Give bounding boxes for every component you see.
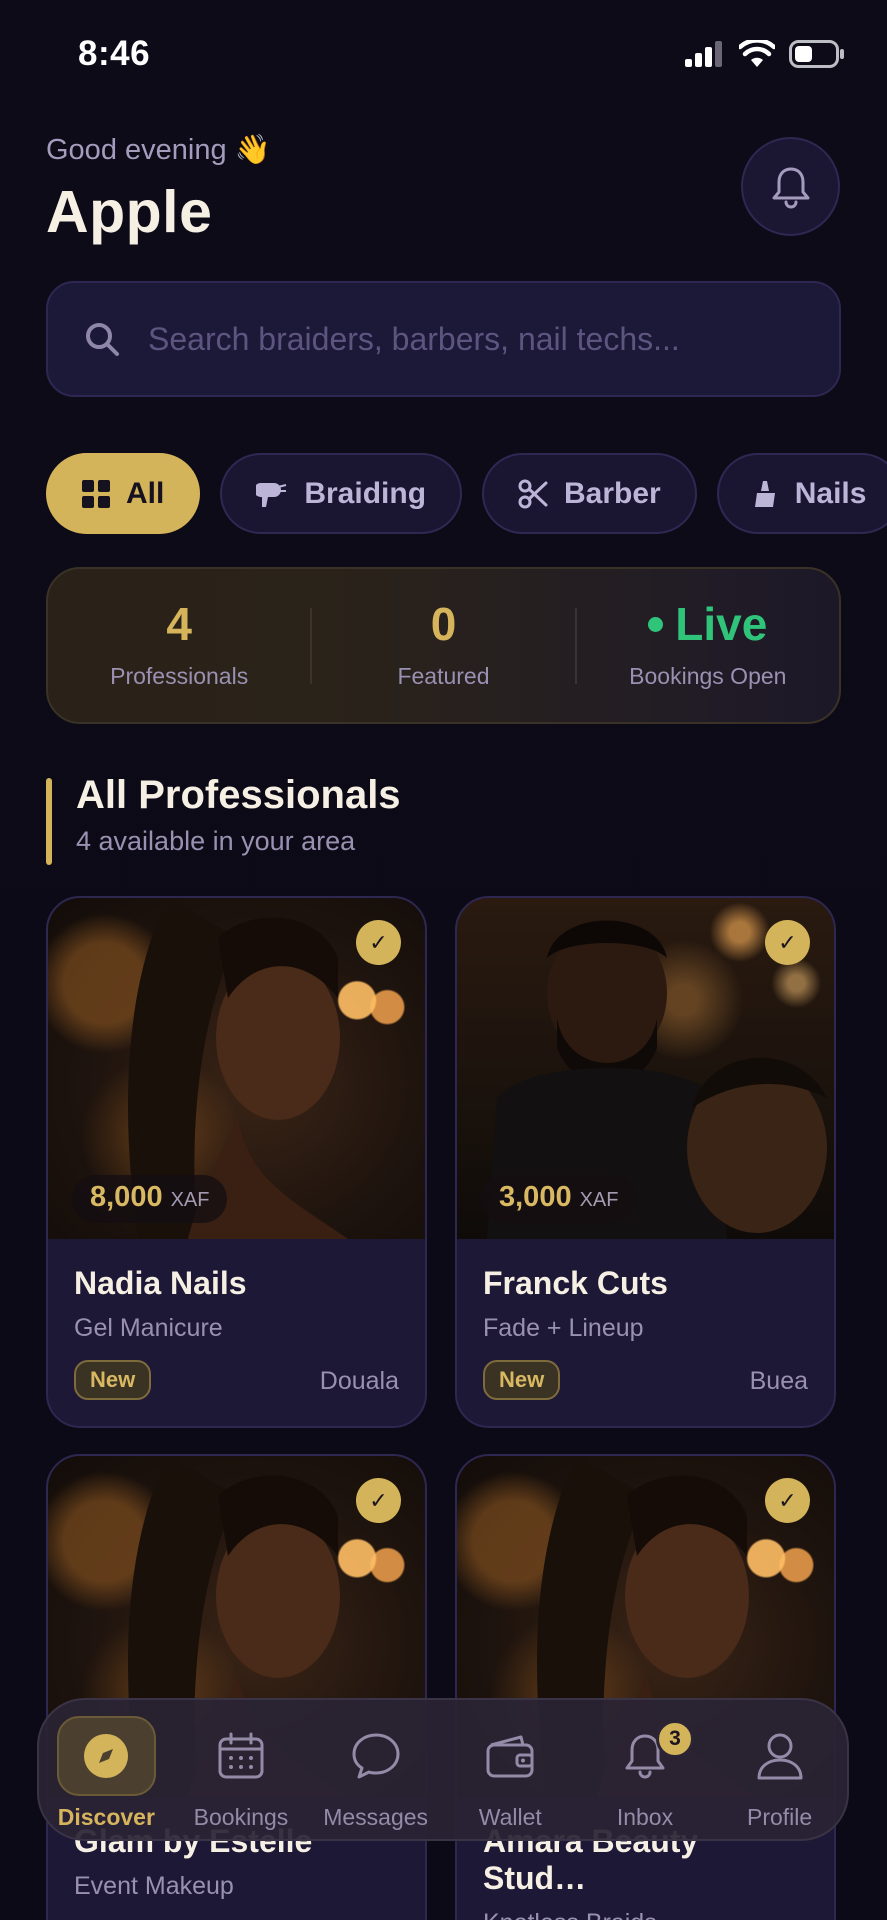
chat-bubble-icon [326, 1716, 425, 1796]
notifications-button[interactable] [741, 137, 840, 236]
chip-all-label: All [126, 476, 165, 510]
grid-icon [82, 479, 110, 508]
tab-discover-label: Discover [57, 1804, 155, 1830]
professional-service: Gel Manicure [74, 1314, 223, 1342]
professional-photo: ✓ 3,000 XAF [457, 898, 834, 1239]
tab-messages-label: Messages [323, 1804, 429, 1830]
card-body: Nadia Nails Gel Manicure New Douala [48, 1239, 425, 1426]
status-icons [685, 40, 845, 68]
professional-city: Buea [749, 1367, 808, 1395]
tab-profile[interactable]: Profile [715, 1716, 845, 1831]
bell-icon [772, 167, 809, 208]
section-accent-bar [46, 778, 52, 865]
verified-check-icon: ✓ [765, 1478, 810, 1523]
category-chips: All Braiding Barber Nails [46, 453, 887, 534]
nail-polish-icon [754, 480, 775, 507]
professional-card[interactable]: ✓ Glam by Estelle Event Makeup [46, 1454, 427, 1920]
stat-professionals-value: 4 [166, 598, 192, 650]
professional-card[interactable]: ✓ Amara Beauty Stud… Knotless Braids [455, 1454, 836, 1920]
price-value: 8,000 [90, 1181, 163, 1213]
card-body: Franck Cuts Fade + Lineup New Buea [457, 1239, 834, 1426]
tab-wallet[interactable]: Wallet [445, 1716, 575, 1831]
tab-profile-label: Profile [747, 1804, 813, 1830]
live-dot-icon [648, 616, 664, 632]
search-input[interactable] [148, 320, 788, 358]
professional-photo: ✓ 8,000 XAF [48, 898, 425, 1239]
person-icon [730, 1716, 829, 1796]
stat-professionals-label: Professionals [110, 663, 249, 689]
verified-check-icon: ✓ [356, 920, 401, 965]
tab-discover[interactable]: Discover [41, 1716, 171, 1831]
hairdryer-icon [256, 482, 287, 507]
status-time: 8:46 [78, 34, 151, 73]
stat-featured: 0 Featured [312, 601, 574, 690]
price-currency: XAF [170, 1189, 210, 1211]
professional-city: Douala [319, 1367, 399, 1395]
search-icon [82, 319, 122, 359]
calendar-icon [191, 1716, 290, 1796]
greeting-text: Good evening 👋 [46, 134, 271, 166]
new-badge: New [483, 1360, 561, 1400]
professional-service: Fade + Lineup [483, 1314, 644, 1342]
professional-name: Nadia Nails [74, 1265, 247, 1301]
section-subtitle: 4 available in your area [76, 826, 356, 856]
verified-check-icon: ✓ [356, 1478, 401, 1523]
cellular-signal-icon [685, 41, 722, 67]
professional-card[interactable]: ✓ 8,000 XAF Nadia Nails Gel Manicure New… [46, 896, 427, 1428]
bottom-tab-bar: Discover Bookings Messages Wallet 3 Inbo… [37, 1698, 849, 1841]
price-tag: 3,000 XAF [481, 1175, 637, 1223]
chip-nails-label: Nails [794, 476, 867, 510]
stat-featured-value: 0 [430, 598, 457, 650]
discover-screen: 8:46 Good evening 👋 Apple Search braider… [0, 0, 887, 1920]
tab-bookings[interactable]: Bookings [176, 1716, 306, 1831]
stat-live-value: Live [675, 598, 768, 650]
tab-bookings-label: Bookings [193, 1804, 289, 1830]
user-name: Apple [46, 179, 213, 245]
wallet-icon [461, 1716, 560, 1796]
stat-live: Live Bookings Open [577, 601, 839, 690]
stat-live-value-row: Live [648, 601, 767, 647]
professional-card[interactable]: ✓ 3,000 XAF Franck Cuts Fade + Lineup Ne… [455, 896, 836, 1428]
tab-messages[interactable]: Messages [311, 1716, 441, 1831]
chip-braiding-label: Braiding [304, 476, 427, 510]
wifi-icon [739, 40, 775, 67]
search-bar[interactable] [46, 281, 841, 397]
stats-panel: 4 Professionals 0 Featured Live Bookings… [46, 567, 841, 724]
chip-all[interactable]: All [46, 453, 201, 534]
verified-check-icon: ✓ [765, 920, 810, 965]
scissors-icon [518, 479, 548, 508]
stat-live-label: Bookings Open [629, 663, 787, 689]
compass-icon [56, 1716, 156, 1796]
battery-icon [789, 40, 844, 68]
section-title: All Professionals [76, 773, 401, 817]
price-value: 3,000 [499, 1181, 572, 1213]
tab-inbox-label: Inbox [616, 1804, 674, 1830]
chip-braiding[interactable]: Braiding [220, 453, 463, 534]
new-badge: New [74, 1360, 152, 1400]
price-currency: XAF [579, 1189, 619, 1211]
chip-nails[interactable]: Nails [716, 453, 887, 534]
chip-barber[interactable]: Barber [482, 453, 697, 534]
stat-featured-label: Featured [397, 663, 490, 689]
tab-inbox[interactable]: 3 Inbox [580, 1716, 710, 1831]
price-tag: 8,000 XAF [72, 1175, 228, 1223]
stat-professionals: 4 Professionals [48, 601, 310, 690]
professional-service: Event Makeup [74, 1872, 234, 1900]
professional-service: Knotless Braids [483, 1909, 808, 1920]
tab-wallet-label: Wallet [478, 1804, 542, 1830]
chip-barber-label: Barber [564, 476, 661, 510]
professional-name: Franck Cuts [483, 1265, 668, 1301]
inbox-count-badge: 3 [655, 1720, 694, 1758]
